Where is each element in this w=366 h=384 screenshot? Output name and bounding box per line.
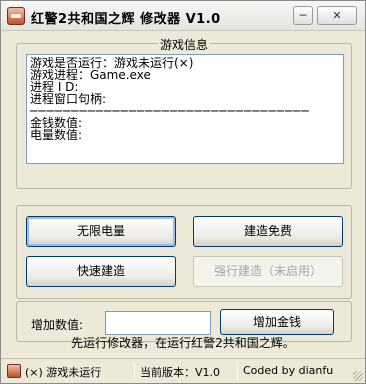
unlimited-power-button[interactable]: 无限电量: [26, 216, 176, 247]
fast-build-button[interactable]: 快速建造: [26, 256, 176, 287]
game-info-legend: 游戏信息: [157, 38, 210, 52]
hint-text: 先运行修改器，在运行红警2共和国之辉。: [71, 336, 295, 350]
force-build-button[interactable]: 强行建造（未启用）: [193, 256, 343, 287]
status-bar: (×) 游戏未运行 当前版本：V1.0 Coded by dianfu: [1, 358, 365, 383]
info-hwnd-line: 进程窗口句柄:: [30, 92, 107, 106]
status-divider: [237, 362, 238, 380]
app-icon: [7, 7, 25, 25]
resize-grip[interactable]: [353, 371, 363, 381]
status-credit: Coded by dianfu: [243, 364, 334, 377]
minimize-button[interactable]: ─: [293, 6, 313, 25]
status-version: 当前版本：V1.0: [140, 366, 221, 379]
game-info-group: 游戏信息 游戏是否运行：游戏未运行(×) 游戏进程：Game.exe 进程 I …: [16, 38, 352, 189]
main-window: 红警2共和国之辉 修改器 V1.0 ─ ✕ 游戏信息 游戏是否运行：游戏未运行(…: [0, 0, 366, 384]
add-value-input[interactable]: [105, 311, 211, 335]
free-build-button[interactable]: 建造免费: [193, 216, 343, 247]
status-divider: [134, 362, 135, 380]
client-area: 游戏信息 游戏是否运行：游戏未运行(×) 游戏进程：Game.exe 进程 I …: [5, 32, 361, 380]
window-title: 红警2共和国之辉 修改器 V1.0: [31, 12, 221, 27]
info-power-line: 电量数值:: [30, 128, 83, 142]
status-app-icon: [7, 364, 21, 378]
close-button[interactable]: ✕: [317, 6, 357, 25]
game-info-textbox[interactable]: 游戏是否运行：游戏未运行(×) 游戏进程：Game.exe 进程 I D: 进程…: [26, 54, 344, 164]
title-bar[interactable]: 红警2共和国之辉 修改器 V1.0 ─ ✕: [1, 1, 365, 31]
status-game-state: (×) 游戏未运行: [25, 366, 102, 379]
add-money-button[interactable]: 增加金钱: [220, 309, 334, 335]
cheat-buttons-group: 无限电量 建造免费 快速建造 强行建造（未启用）: [16, 205, 352, 299]
add-value-label: 增加数值:: [31, 318, 84, 332]
